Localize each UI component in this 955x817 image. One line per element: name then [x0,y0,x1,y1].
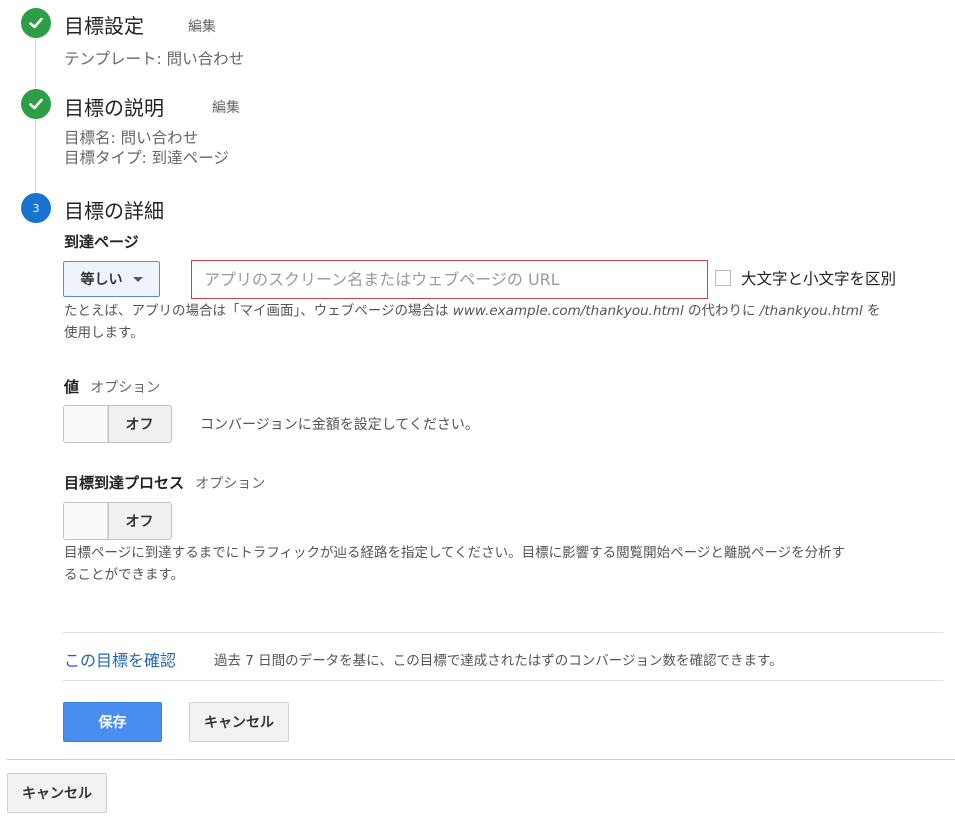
value-label-text: 値 [64,378,80,396]
edit-goal-setup-link[interactable]: 編集 [188,16,216,36]
funnel-label-text: 目標到達プロセス [64,474,185,492]
funnel-description-line: ることができます。 [64,567,185,583]
destination-hint: たとえば、アプリの場合は「マイ画面」、ウェブページの場合は www.exampl… [64,300,944,344]
step-detail-template: テンプレート: 問い合わせ [64,50,245,68]
hint-text: を [862,303,881,319]
hint-example-full-url: www.example.com/thankyou.html [452,303,684,319]
step-title-goal-details: 目標の詳細 [64,199,164,223]
funnel-toggle[interactable]: オフ [63,502,172,540]
verify-description: 過去 7 日間のデータを基に、この目標で達成されたはずのコンバージョン数を確認で… [214,653,783,669]
step-detail-goal-type: 目標タイプ: 到達ページ [64,149,229,167]
destination-label: 到達ページ [64,233,139,251]
hint-text: 使用します。 [64,325,144,341]
hint-example-path: /thankyou.html [759,303,863,319]
toggle-knob [64,406,109,442]
value-toggle-label: オフ [125,417,154,433]
step-connector [35,119,36,195]
divider [63,632,943,633]
edit-goal-description-link[interactable]: 編集 [212,97,240,117]
step-complete-icon [21,8,51,38]
value-description: コンバージョンに金額を設定してください。 [200,417,479,433]
funnel-label: 目標到達プロセス オプション [64,472,265,493]
toggle-knob [64,503,109,539]
step-detail-goal-name: 目標名: 問い合わせ [64,129,199,147]
value-optional-tag: オプション [90,380,161,396]
divider [63,680,943,681]
step-connector [35,37,36,89]
value-toggle[interactable]: オフ [63,405,172,443]
footer-divider [7,759,955,760]
funnel-description-line: 目標ページに到達するまでにトラフィックが辿る経路を指定してください。目標に影響す… [64,545,846,561]
hint-text: たとえば、アプリの場合は「マイ画面」、ウェブページの場合は [64,303,453,319]
step-title-goal-setup: 目標設定 [64,14,144,38]
funnel-toggle-label: オフ [125,514,154,530]
value-label: 値 オプション [64,376,160,397]
save-button[interactable]: 保存 [63,702,162,742]
step-number-badge: 3 [21,193,51,223]
destination-url-input[interactable] [191,260,708,299]
match-type-value: 等しい [80,272,123,288]
funnel-description: 目標ページに到達するまでにトラフィックが辿る経路を指定してください。目標に影響す… [64,542,949,586]
step-title-goal-description: 目標の説明 [64,96,164,120]
caret-down-icon [132,276,143,282]
case-sensitive-label[interactable]: 大文字と小文字を区別 [741,267,896,289]
funnel-optional-tag: オプション [195,476,266,492]
verify-goal-link[interactable]: この目標を確認 [64,647,176,671]
hint-text: の代わりに [683,303,760,319]
step-complete-icon [21,89,51,119]
cancel-button[interactable]: キャンセル [189,702,289,742]
case-sensitive-checkbox[interactable] [715,270,731,286]
match-type-dropdown[interactable]: 等しい [63,261,160,297]
footer-cancel-button[interactable]: キャンセル [7,773,107,813]
